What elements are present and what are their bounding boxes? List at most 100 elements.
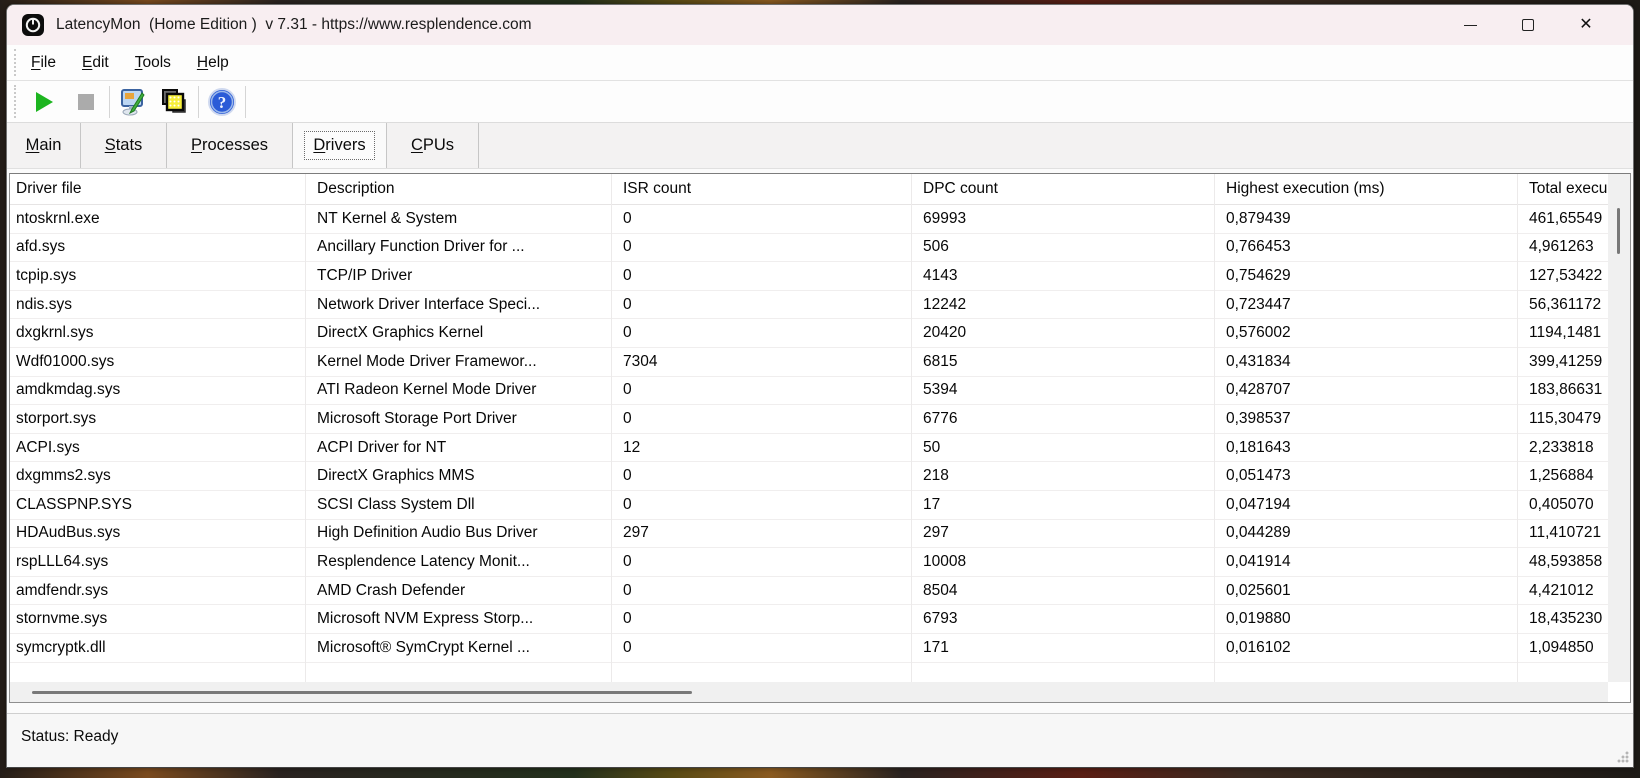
stop-monitor-button[interactable] (65, 85, 107, 119)
cell-description: Kernel Mode Driver Framewor... (305, 353, 611, 371)
tab-drivers[interactable]: Drivers (293, 123, 387, 168)
start-monitor-button[interactable] (23, 85, 65, 119)
cell-dpc: 6793 (911, 610, 1214, 628)
cell-total: 2,233818 (1517, 439, 1608, 457)
table-row[interactable]: dxgmms2.sysDirectX Graphics MMS02180,051… (10, 462, 1608, 491)
cell-dpc: 4143 (911, 267, 1214, 285)
menu-items: FileEditToolsHelp (7, 50, 239, 76)
tab-cpus[interactable]: CPUs (387, 123, 479, 168)
table-row[interactable]: rspLLL64.sysResplendence Latency Monit..… (10, 548, 1608, 577)
cell-dpc: 10008 (911, 553, 1214, 571)
cell-dpc: 6776 (911, 410, 1214, 428)
cell-isr: 0 (611, 610, 911, 628)
cell-highest: 0,398537 (1214, 410, 1517, 428)
cell-highest: 0,181643 (1214, 439, 1517, 457)
tab-processes[interactable]: Processes (167, 123, 293, 168)
column-separator (305, 174, 306, 682)
drivers-grid: Driver fileDescriptionISR countDPC count… (10, 174, 1608, 682)
cell-highest: 0,766453 (1214, 238, 1517, 256)
cell-file: CLASSPNP.SYS (10, 496, 305, 514)
column-header-description[interactable]: Description (305, 180, 611, 198)
table-row[interactable]: CLASSPNP.SYSSCSI Class System Dll0170,04… (10, 491, 1608, 520)
cell-highest: 0,431834 (1214, 353, 1517, 371)
cell-description: Microsoft NVM Express Storp... (305, 610, 611, 628)
cell-dpc: 69993 (911, 210, 1214, 228)
tab-label: Stats (96, 131, 152, 160)
cell-description: ACPI Driver for NT (305, 439, 611, 457)
tab-label: Processes (182, 131, 277, 160)
cell-highest: 0,044289 (1214, 524, 1517, 542)
table-row[interactable]: tcpip.sysTCP/IP Driver041430,754629127,5… (10, 262, 1608, 291)
copy-pages-icon (160, 87, 190, 117)
table-row[interactable]: ntoskrnl.exeNT Kernel & System0699930,87… (10, 205, 1608, 234)
cell-isr: 0 (611, 467, 911, 485)
tab-main[interactable]: Main (7, 123, 81, 168)
table-row[interactable]: afd.sysAncillary Function Driver for ...… (10, 234, 1608, 263)
cell-isr: 0 (611, 210, 911, 228)
column-header-dpc[interactable]: DPC count (911, 180, 1214, 198)
cell-dpc: 12242 (911, 296, 1214, 314)
tab-stats[interactable]: Stats (81, 123, 167, 168)
cell-dpc: 8504 (911, 582, 1214, 600)
cell-description: Microsoft® SymCrypt Kernel ... (305, 639, 611, 657)
column-separator (1517, 174, 1518, 682)
close-button[interactable]: ✕ (1557, 5, 1615, 45)
cell-file: stornvme.sys (10, 610, 305, 628)
edit-report-button[interactable] (112, 85, 154, 119)
menu-tools[interactable]: Tools (125, 50, 181, 76)
cell-isr: 0 (611, 410, 911, 428)
vertical-scrollbar[interactable] (1608, 174, 1630, 682)
table-row[interactable]: HDAudBus.sysHigh Definition Audio Bus Dr… (10, 520, 1608, 549)
cell-file: ndis.sys (10, 296, 305, 314)
cell-file: storport.sys (10, 410, 305, 428)
cell-isr: 0 (611, 296, 911, 314)
menu-edit[interactable]: Edit (72, 50, 119, 76)
resize-grip-icon[interactable] (1617, 751, 1629, 763)
toolbar-separator (245, 86, 246, 118)
table-row[interactable]: symcryptk.dllMicrosoft® SymCrypt Kernel … (10, 634, 1608, 663)
column-header-total[interactable]: Total execu (1517, 180, 1608, 198)
cell-total: 1,094850 (1517, 639, 1608, 657)
cell-total: 56,361172 (1517, 296, 1608, 314)
cell-description: Resplendence Latency Monit... (305, 553, 611, 571)
cell-highest: 0,019880 (1214, 610, 1517, 628)
column-header-file[interactable]: Driver file (10, 180, 305, 198)
maximize-button[interactable] (1499, 5, 1557, 45)
table-row[interactable]: storport.sysMicrosoft Storage Port Drive… (10, 405, 1608, 434)
latencymon-window: LatencyMon (Home Edition ) v 7.31 - http… (6, 4, 1634, 768)
table-row[interactable]: amdfendr.sysAMD Crash Defender085040,025… (10, 577, 1608, 606)
column-header-highest[interactable]: Highest execution (ms) (1214, 180, 1517, 198)
table-row[interactable]: Wdf01000.sysKernel Mode Driver Framewor.… (10, 348, 1608, 377)
table-row[interactable]: dxgkrnl.sysDirectX Graphics Kernel020420… (10, 319, 1608, 348)
cell-total: 399,41259 (1517, 353, 1608, 371)
cell-isr: 12 (611, 439, 911, 457)
copy-report-button[interactable] (154, 85, 196, 119)
menu-help[interactable]: Help (187, 50, 239, 76)
status-text: Status: Ready (21, 728, 118, 746)
cell-highest: 0,428707 (1214, 381, 1517, 399)
toolbar: ? (7, 81, 1633, 123)
table-row[interactable]: ndis.sysNetwork Driver Interface Speci..… (10, 291, 1608, 320)
column-header-isr[interactable]: ISR count (611, 180, 911, 198)
table-row[interactable]: stornvme.sysMicrosoft NVM Express Storp.… (10, 605, 1608, 634)
menu-file[interactable]: File (21, 50, 66, 76)
cell-isr: 7304 (611, 353, 911, 371)
cell-highest: 0,025601 (1214, 582, 1517, 600)
cell-description: DirectX Graphics Kernel (305, 324, 611, 342)
minimize-button[interactable] (1441, 5, 1499, 45)
cell-total: 4,961263 (1517, 238, 1608, 256)
horizontal-scrollbar[interactable] (10, 682, 1608, 702)
table-row[interactable]: ACPI.sysACPI Driver for NT12500,1816432,… (10, 434, 1608, 463)
help-button[interactable]: ? (201, 85, 243, 119)
cell-file: ACPI.sys (10, 439, 305, 457)
cell-file: Wdf01000.sys (10, 353, 305, 371)
cell-isr: 0 (611, 496, 911, 514)
column-separator (611, 174, 612, 682)
help-icon: ? (207, 87, 237, 117)
close-icon: ✕ (1579, 17, 1592, 33)
tab-label: CPUs (402, 131, 463, 160)
cell-total: 18,435230 (1517, 610, 1608, 628)
vertical-scrollbar-thumb[interactable] (1617, 208, 1620, 254)
table-row[interactable]: amdkmdag.sysATI Radeon Kernel Mode Drive… (10, 377, 1608, 406)
horizontal-scrollbar-thumb[interactable] (32, 691, 692, 694)
